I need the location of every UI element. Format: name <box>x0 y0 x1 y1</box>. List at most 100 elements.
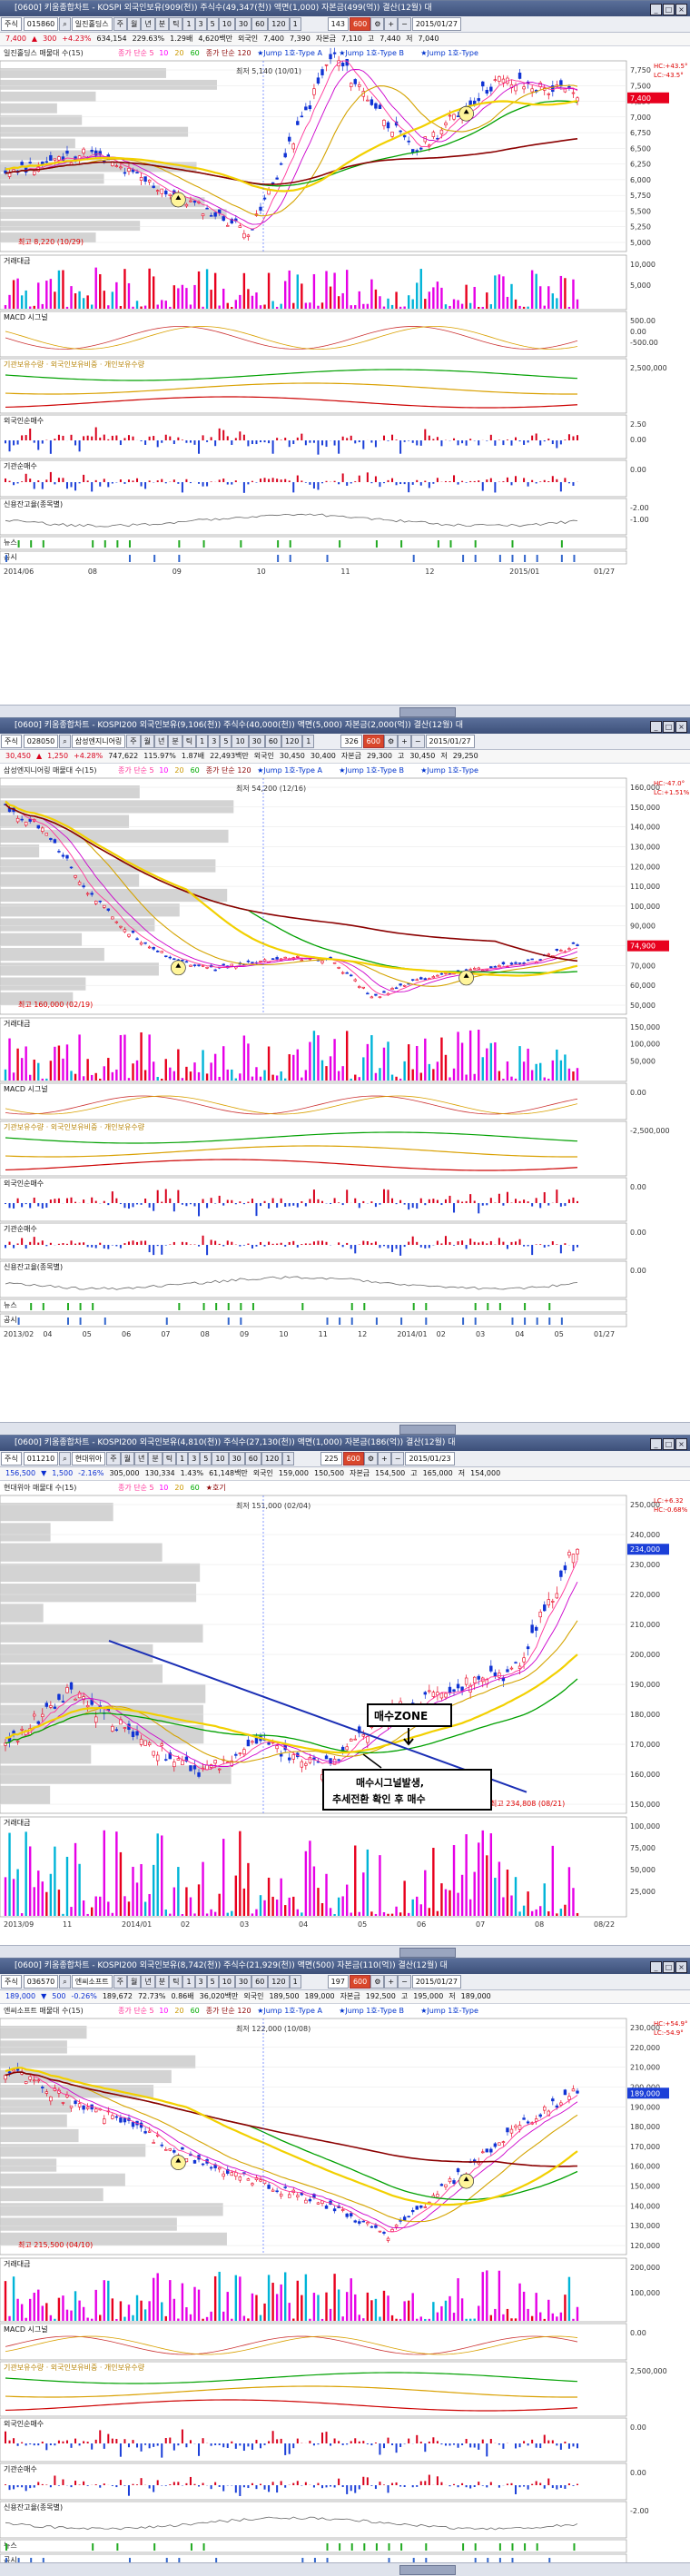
bar-count[interactable]: 197 <box>328 1975 349 1989</box>
period-button-12[interactable]: 1 <box>282 1452 294 1466</box>
zoom-out-icon[interactable]: − <box>398 17 411 31</box>
period-button-3[interactable]: 분 <box>155 17 169 31</box>
count-apply-button[interactable]: 600 <box>343 1452 364 1466</box>
maximize-button[interactable]: □ <box>663 4 675 15</box>
period-button-4[interactable]: 틱 <box>169 17 182 31</box>
search-icon[interactable]: ⌕ <box>59 17 70 31</box>
price-chart-svg[interactable]: 삼성엔지니어링 매물대 수(15)종가 단순 5102060종가 단순 120★… <box>0 764 690 1423</box>
scroll-thumb[interactable] <box>399 707 456 717</box>
close-button[interactable]: × <box>675 721 687 733</box>
zoom-in-icon[interactable]: + <box>378 1452 391 1466</box>
period-button-6[interactable]: 3 <box>208 735 220 748</box>
period-button-9[interactable]: 30 <box>229 1452 245 1466</box>
period-button-6[interactable]: 3 <box>188 1452 200 1466</box>
period-button-8[interactable]: 10 <box>219 17 235 31</box>
period-button-9[interactable]: 30 <box>249 735 265 748</box>
date-field[interactable]: 2015/01/27 <box>412 17 461 31</box>
period-button-0[interactable]: 주 <box>113 17 127 31</box>
zoom-in-icon[interactable]: + <box>384 1975 398 1989</box>
minimize-button[interactable]: _ <box>650 721 662 733</box>
period-button-3[interactable]: 분 <box>148 1452 162 1466</box>
period-button-5[interactable]: 1 <box>182 17 194 31</box>
count-apply-button[interactable]: 600 <box>350 1975 370 1989</box>
scroll-thumb[interactable] <box>399 2565 456 2575</box>
code-input[interactable]: 015860 <box>24 17 59 31</box>
period-button-1[interactable]: 월 <box>121 1452 134 1466</box>
period-button-6[interactable]: 3 <box>195 17 207 31</box>
bar-count[interactable]: 225 <box>320 1452 341 1466</box>
zoom-in-icon[interactable]: + <box>398 735 411 748</box>
period-button-0[interactable]: 주 <box>126 735 140 748</box>
maximize-button[interactable]: □ <box>663 721 675 733</box>
period-button-3[interactable]: 분 <box>168 735 182 748</box>
price-chart-svg[interactable]: 현대위아 매물대 수(15)종가 단순 5102060★호기250,000240… <box>0 1481 690 1946</box>
minimize-button[interactable]: _ <box>650 1961 662 1973</box>
period-button-4[interactable]: 틱 <box>163 1452 176 1466</box>
period-button-1[interactable]: 월 <box>127 1975 141 1989</box>
count-apply-button[interactable]: 600 <box>350 17 370 31</box>
chart-scroll-nav[interactable] <box>0 1945 690 1959</box>
period-button-2[interactable]: 년 <box>141 17 154 31</box>
period-button-2[interactable]: 년 <box>141 1975 154 1989</box>
bar-count[interactable]: 326 <box>340 735 361 748</box>
market-select[interactable]: 주식 <box>1 735 22 748</box>
scroll-thumb[interactable] <box>399 1425 456 1435</box>
period-button-1[interactable]: 월 <box>141 735 154 748</box>
market-select[interactable]: 주식 <box>1 17 22 31</box>
search-icon[interactable]: ⌕ <box>59 1452 70 1466</box>
period-button-12[interactable]: 1 <box>302 735 314 748</box>
settings-icon[interactable]: ⚙ <box>370 17 384 31</box>
period-button-10[interactable]: 60 <box>251 17 268 31</box>
settings-icon[interactable]: ⚙ <box>384 735 398 748</box>
date-field[interactable]: 2015/01/23 <box>405 1452 454 1466</box>
market-select[interactable]: 주식 <box>1 1452 22 1466</box>
period-button-12[interactable]: 1 <box>290 17 301 31</box>
period-button-8[interactable]: 10 <box>232 735 248 748</box>
bar-count[interactable]: 143 <box>328 17 349 31</box>
period-button-6[interactable]: 3 <box>195 1975 207 1989</box>
chart-scroll-nav[interactable] <box>0 1422 690 1436</box>
code-input[interactable]: 036570 <box>24 1975 59 1989</box>
period-button-4[interactable]: 틱 <box>169 1975 182 1989</box>
zoom-out-icon[interactable]: − <box>398 1975 411 1989</box>
maximize-button[interactable]: □ <box>663 1961 675 1973</box>
close-button[interactable]: × <box>675 4 687 15</box>
period-button-10[interactable]: 60 <box>251 1975 268 1989</box>
close-button[interactable]: × <box>675 1438 687 1450</box>
period-button-1[interactable]: 월 <box>127 17 141 31</box>
period-button-11[interactable]: 120 <box>268 17 289 31</box>
chart-scroll-nav[interactable] <box>0 705 690 718</box>
zoom-out-icon[interactable]: − <box>391 1452 405 1466</box>
period-button-7[interactable]: 5 <box>200 1452 212 1466</box>
period-button-12[interactable]: 1 <box>290 1975 301 1989</box>
search-icon[interactable]: ⌕ <box>59 735 70 748</box>
zoom-in-icon[interactable]: + <box>384 17 398 31</box>
period-button-7[interactable]: 5 <box>207 1975 219 1989</box>
period-button-5[interactable]: 1 <box>176 1452 188 1466</box>
date-field[interactable]: 2015/01/27 <box>412 1975 461 1989</box>
period-button-9[interactable]: 30 <box>235 17 251 31</box>
settings-icon[interactable]: ⚙ <box>364 1452 378 1466</box>
period-button-11[interactable]: 120 <box>261 1452 282 1466</box>
date-field[interactable]: 2015/01/27 <box>426 735 475 748</box>
zoom-out-icon[interactable]: − <box>411 735 425 748</box>
count-apply-button[interactable]: 600 <box>363 735 384 748</box>
code-input[interactable]: 028050 <box>24 735 59 748</box>
period-button-0[interactable]: 주 <box>113 1975 127 1989</box>
price-chart-svg[interactable]: 일진홀딩스 매물대 수(15)종가 단순 5102060종가 단순 120★Ju… <box>0 46 690 706</box>
period-button-8[interactable]: 10 <box>219 1975 235 1989</box>
period-button-3[interactable]: 분 <box>155 1975 169 1989</box>
period-button-5[interactable]: 1 <box>196 735 208 748</box>
settings-icon[interactable]: ⚙ <box>370 1975 384 1989</box>
period-button-10[interactable]: 60 <box>245 1452 261 1466</box>
period-button-10[interactable]: 60 <box>265 735 281 748</box>
period-button-11[interactable]: 120 <box>268 1975 289 1989</box>
period-button-8[interactable]: 10 <box>212 1452 228 1466</box>
period-button-7[interactable]: 5 <box>220 735 232 748</box>
period-button-11[interactable]: 120 <box>281 735 302 748</box>
period-button-2[interactable]: 년 <box>134 1452 148 1466</box>
market-select[interactable]: 주식 <box>1 1975 22 1989</box>
minimize-button[interactable]: _ <box>650 4 662 15</box>
close-button[interactable]: × <box>675 1961 687 1973</box>
code-input[interactable]: 011210 <box>24 1452 59 1466</box>
